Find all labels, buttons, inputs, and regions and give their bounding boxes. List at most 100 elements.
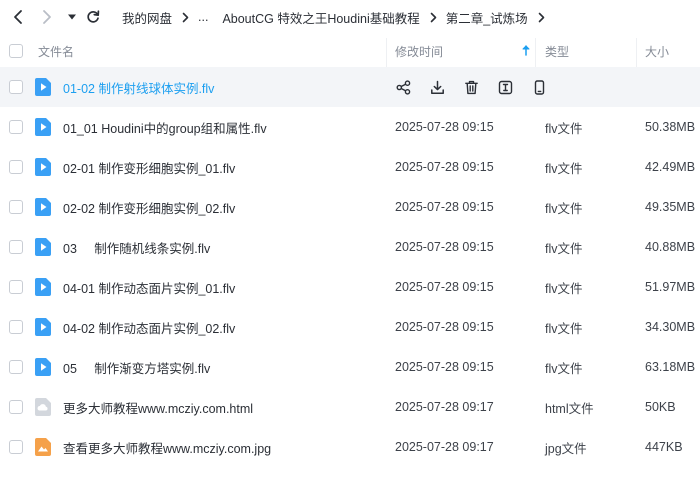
file-type: flv文件 [545,241,583,256]
file-row[interactable]: 03 制作随机线条实例.flv 2025-07-28 09:15 flv文件 40.8… [0,227,700,267]
file-modified-date: 2025-07-28 09:15 [395,320,494,334]
column-header-name[interactable]: 文件名 [38,34,74,68]
file-name[interactable]: 查看更多大师教程www.mcziy.com.jpg [63,427,271,467]
column-divider[interactable] [535,38,536,68]
file-name[interactable]: 04-01 制作动态面片实例_01.flv [63,267,235,307]
refresh-button[interactable] [83,7,103,27]
file-modified-date: 2025-07-28 09:17 [395,440,494,454]
row-checkbox[interactable] [9,200,23,214]
breadcrumb-ellipsis[interactable]: ... [198,10,208,24]
file-name[interactable]: 05 制作渐变方塔实例.flv [63,347,210,387]
chevron-right-icon [43,10,51,24]
video-file-icon [35,198,51,216]
row-checkbox[interactable] [9,400,23,414]
image-file-icon [35,438,51,456]
file-size: 34.30MB [645,320,696,334]
file-name[interactable]: 02-02 制作变形细胞实例_02.flv [63,187,235,227]
arrow-up-icon[interactable] [522,45,530,59]
rename-icon [498,80,513,95]
delete-icon [464,80,479,95]
forward-button[interactable] [37,7,57,27]
file-modified-date: 2025-07-28 09:15 [395,200,494,214]
share-icon [396,79,411,95]
file-type: flv文件 [545,161,583,176]
file-size: 42.49MB [645,160,696,174]
file-name[interactable]: 更多大师教程www.mcziy.com.html [63,387,253,427]
file-row[interactable]: 01-02 制作射线球体实例.flv [0,67,700,107]
video-file-icon [35,358,51,376]
chevron-right-icon [538,12,545,23]
column-header-type[interactable]: 类型 [545,34,569,68]
file-type: flv文件 [545,361,583,376]
caret-down-icon [68,14,76,20]
rename-button[interactable] [496,78,514,96]
column-header-size[interactable]: 大小 [645,34,669,68]
mobile-icon [532,79,547,95]
column-divider[interactable] [636,38,637,68]
file-size: 50KB [645,400,676,414]
select-all-checkbox[interactable] [9,44,23,58]
breadcrumb-course-folder[interactable]: AboutCG 特效之王Houdini基础教程 [222,8,419,27]
chevron-right-icon [182,12,189,23]
file-name[interactable]: 03 制作随机线条实例.flv [63,227,210,267]
send-to-phone-button[interactable] [530,78,548,96]
download-button[interactable] [428,78,446,96]
file-type: flv文件 [545,321,583,336]
row-checkbox[interactable] [9,280,23,294]
video-file-icon [35,78,51,96]
file-modified-date: 2025-07-28 09:15 [395,120,494,134]
toolbar: 我的网盘 ... AboutCG 特效之王Houdini基础教程 第二章_试炼场 [0,0,700,34]
delete-button[interactable] [462,78,480,96]
file-type: jpg文件 [545,441,587,456]
column-divider[interactable] [386,38,387,68]
file-type: flv文件 [545,201,583,216]
file-type: flv文件 [545,281,583,296]
chevron-left-icon [14,10,22,24]
file-list-header: 文件名 修改时间 类型 大小 [0,34,700,68]
file-row[interactable]: 查看更多大师教程www.mcziy.com.jpg 2025-07-28 09:1… [0,427,700,467]
download-icon [430,80,445,95]
file-type: flv文件 [545,121,583,136]
row-checkbox[interactable] [9,120,23,134]
file-modified-date: 2025-07-28 09:17 [395,400,494,414]
file-size: 447KB [645,440,683,454]
row-checkbox[interactable] [9,80,23,94]
file-name[interactable]: 01-02 制作射线球体实例.flv [63,67,214,107]
column-header-modified[interactable]: 修改时间 [395,34,443,68]
file-row[interactable]: 02-01 制作变形细胞实例_01.flv 2025-07-28 09:15 flv… [0,147,700,187]
file-size: 50.38MB [645,120,696,134]
share-button[interactable] [394,78,412,96]
file-name[interactable]: 01_01 Houdini中的group组和属性.flv [63,107,267,147]
html-file-icon [35,398,51,416]
file-row[interactable]: 04-02 制作动态面片实例_02.flv 2025-07-28 09:15 flv… [0,307,700,347]
video-file-icon [35,278,51,296]
row-checkbox[interactable] [9,440,23,454]
file-size: 40.88MB [645,240,696,254]
refresh-icon [87,10,100,23]
row-checkbox[interactable] [9,160,23,174]
back-button[interactable] [8,7,28,27]
file-size: 63.18MB [645,360,696,374]
file-row[interactable]: 更多大师教程www.mcziy.com.html 2025-07-28 09:17… [0,387,700,427]
file-modified-date: 2025-07-28 09:15 [395,280,494,294]
breadcrumb-chapter-folder[interactable]: 第二章_试炼场 [446,8,528,27]
file-row[interactable]: 02-02 制作变形细胞实例_02.flv 2025-07-28 09:15 flv… [0,187,700,227]
file-name[interactable]: 02-01 制作变形细胞实例_01.flv [63,147,235,187]
breadcrumb: 我的网盘 ... AboutCG 特效之王Houdini基础教程 第二章_试炼场 [122,0,554,34]
history-dropdown-button[interactable] [62,7,82,27]
video-file-icon [35,118,51,136]
row-checkbox[interactable] [9,240,23,254]
file-modified-date: 2025-07-28 09:15 [395,160,494,174]
video-file-icon [35,238,51,256]
file-row[interactable]: 05 制作渐变方塔实例.flv 2025-07-28 09:15 flv文件 63.1… [0,347,700,387]
file-row[interactable]: 04-01 制作动态面片实例_01.flv 2025-07-28 09:15 flv… [0,267,700,307]
file-size: 49.35MB [645,200,696,214]
file-name[interactable]: 04-02 制作动态面片实例_02.flv [63,307,235,347]
file-row[interactable]: 01_01 Houdini中的group组和属性.flv 2025-07-28 0… [0,107,700,147]
row-checkbox[interactable] [9,320,23,334]
file-size: 51.97MB [645,280,696,294]
breadcrumb-root[interactable]: 我的网盘 [122,8,172,27]
row-checkbox[interactable] [9,360,23,374]
chevron-right-icon [430,12,437,23]
file-modified-date: 2025-07-28 09:15 [395,240,494,254]
